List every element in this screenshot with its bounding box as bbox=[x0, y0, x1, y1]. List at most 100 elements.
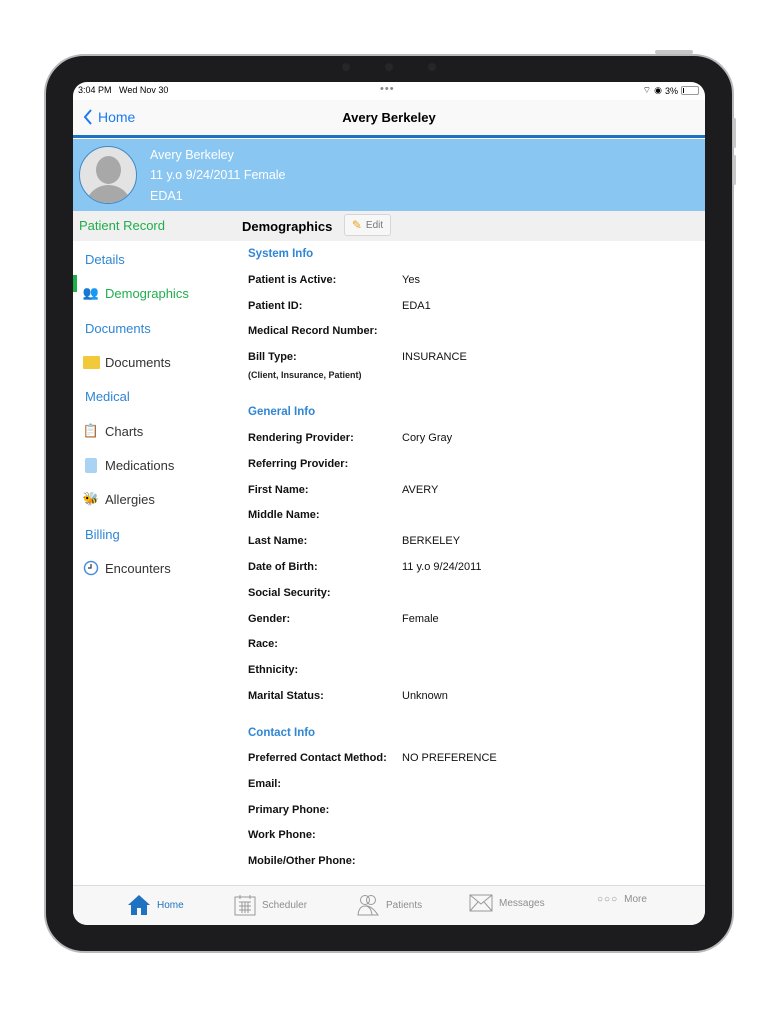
camera bbox=[428, 63, 436, 71]
detail-label: Referring Provider: bbox=[248, 457, 349, 470]
detail-value: 11 y.o 9/24/2011 bbox=[402, 561, 482, 573]
clipboard-icon: 📋 bbox=[82, 423, 100, 438]
volume-button bbox=[733, 155, 736, 185]
patient-age-dob-gender: 11 y.o 9/24/2011 Female bbox=[150, 168, 286, 182]
sidebar-section-documents[interactable]: Documents bbox=[85, 316, 151, 340]
system-info-heading: System Info bbox=[248, 248, 314, 260]
tab-label: Home bbox=[157, 899, 184, 911]
camera bbox=[342, 63, 350, 71]
active-indicator bbox=[73, 275, 77, 292]
detail-label: Patient is Active: bbox=[248, 274, 337, 286]
tab-label: Messages bbox=[499, 897, 545, 909]
status-time: 3:04 PM Wed Nov 30 bbox=[78, 85, 169, 95]
detail-value: BERKELEY bbox=[402, 535, 461, 548]
multitask-dots[interactable]: ••• bbox=[380, 83, 395, 95]
detail-label: Email: bbox=[248, 777, 282, 790]
status-bar: 3:04 PM Wed Nov 30 ••• ⌔ ◉ 3% bbox=[73, 82, 705, 100]
pencil-icon: ✎ bbox=[351, 218, 362, 232]
detail-label: Social Security: bbox=[248, 586, 331, 599]
detail-label: Marital Status: bbox=[248, 690, 324, 702]
sidebar-item-label: Medications bbox=[105, 457, 175, 473]
detail-value: Yes bbox=[402, 274, 420, 286]
navigation-bar: Home Avery Berkeley bbox=[73, 100, 705, 138]
sidebar-item-medications[interactable]: Medications bbox=[82, 453, 174, 477]
edit-label: Edit bbox=[365, 219, 384, 231]
sidebar-item-label: Documents bbox=[105, 354, 171, 370]
detail-label: Race: bbox=[248, 638, 278, 651]
tab-more[interactable]: ○○○ More bbox=[597, 894, 647, 905]
detail-label: Preferred Contact Method: bbox=[248, 752, 387, 764]
screen: 3:04 PM Wed Nov 30 ••• ⌔ ◉ 3% Home Avery… bbox=[73, 82, 705, 925]
detail-label: Patient ID: bbox=[248, 300, 303, 312]
home-icon bbox=[128, 895, 150, 915]
sidebar-item-label: Allergies bbox=[105, 491, 155, 507]
detail-value: Cory Gray bbox=[402, 432, 453, 444]
sidebar-item-label: Demographics bbox=[105, 285, 189, 301]
edit-button[interactable]: ✎ Edit bbox=[344, 214, 391, 236]
detail-label: Middle Name: bbox=[248, 509, 320, 522]
tab-label: More bbox=[624, 894, 647, 905]
tab-label: Scheduler bbox=[262, 899, 308, 911]
sidebar-item-allergies[interactable]: 🐝 Allergies bbox=[82, 487, 155, 511]
patient-id: EDA1 bbox=[150, 189, 183, 203]
detail-value: INSURANCE bbox=[402, 351, 467, 363]
volume-button bbox=[733, 118, 736, 148]
sidebar-section-medical[interactable]: Medical bbox=[85, 384, 130, 408]
general-info-heading: General Info bbox=[248, 406, 316, 418]
tab-label: Patients bbox=[386, 899, 423, 911]
section-heading: Demographics bbox=[242, 219, 333, 234]
patient-name: Avery Berkeley bbox=[150, 148, 234, 162]
detail-value: NO PREFERENCE bbox=[402, 752, 497, 764]
folder-icon bbox=[82, 353, 100, 371]
detail-label: Last Name: bbox=[248, 535, 308, 548]
bee-icon: 🐝 bbox=[82, 491, 100, 506]
sub-header: Patient Record Demographics ✎ Edit bbox=[73, 211, 705, 241]
patient-record-heading: Patient Record bbox=[79, 218, 165, 233]
tab-scheduler[interactable]: Scheduler bbox=[234, 894, 307, 916]
envelope-icon bbox=[469, 894, 493, 912]
wifi-icon: ⌔ bbox=[642, 85, 652, 95]
detail-label: Ethnicity: bbox=[248, 664, 299, 677]
patient-banner: Avery Berkeley 11 y.o 9/24/2011 Female E… bbox=[73, 139, 705, 211]
bill-type-hint: (Client, Insurance, Patient) bbox=[248, 370, 362, 380]
detail-label: Rendering Provider: bbox=[248, 432, 354, 444]
battery-icon bbox=[681, 86, 699, 95]
more-icon: ○○○ bbox=[597, 894, 619, 905]
sidebar-section-details[interactable]: Details bbox=[85, 247, 125, 271]
sidebar-item-documents[interactable]: Documents bbox=[82, 350, 171, 374]
people-icon: 👥 bbox=[82, 285, 100, 300]
calendar-icon bbox=[234, 895, 256, 916]
page-title: Avery Berkeley bbox=[342, 110, 436, 125]
battery-percent: 3% bbox=[664, 85, 678, 96]
medication-icon bbox=[82, 456, 100, 474]
detail-label: Medical Record Number: bbox=[248, 325, 378, 337]
tab-messages[interactable]: Messages bbox=[469, 894, 545, 912]
detail-label: First Name: bbox=[248, 483, 309, 496]
sidebar-item-demographics[interactable]: 👥 Demographics bbox=[82, 281, 189, 305]
orientation-lock-icon: ◉ bbox=[654, 85, 662, 95]
sidebar-section-billing[interactable]: Billing bbox=[85, 522, 120, 546]
sidebar-item-encounters[interactable]: Encounters bbox=[82, 556, 171, 580]
status-right: ⌔ ◉ 3% bbox=[643, 85, 699, 96]
tab-patients[interactable]: Patients bbox=[356, 894, 422, 916]
contact-info-heading: Contact Info bbox=[248, 727, 316, 739]
detail-label: Work Phone: bbox=[248, 829, 316, 842]
detail-value: EDA1 bbox=[402, 300, 431, 312]
detail-label: Mobile/Other Phone: bbox=[248, 855, 356, 868]
clock-icon bbox=[82, 559, 100, 577]
patients-icon bbox=[357, 895, 379, 916]
detail-value: Female bbox=[402, 612, 439, 625]
detail-label: Bill Type: bbox=[248, 351, 297, 363]
camera bbox=[385, 63, 393, 71]
tab-home[interactable]: Home bbox=[127, 894, 184, 916]
detail-value: Unknown bbox=[402, 690, 448, 702]
detail-value: AVERY bbox=[402, 483, 439, 496]
sidebar-item-label: Charts bbox=[105, 423, 144, 439]
detail-label: Primary Phone: bbox=[248, 803, 330, 816]
avatar[interactable] bbox=[79, 146, 137, 204]
tab-bar: Home Scheduler Patients Messages ○○○ Mor… bbox=[73, 885, 705, 925]
detail-label: Date of Birth: bbox=[248, 561, 318, 573]
sidebar-item-charts[interactable]: 📋 Charts bbox=[82, 419, 143, 443]
sidebar-item-label: Encounters bbox=[105, 560, 171, 576]
detail-label: Gender: bbox=[248, 612, 291, 625]
